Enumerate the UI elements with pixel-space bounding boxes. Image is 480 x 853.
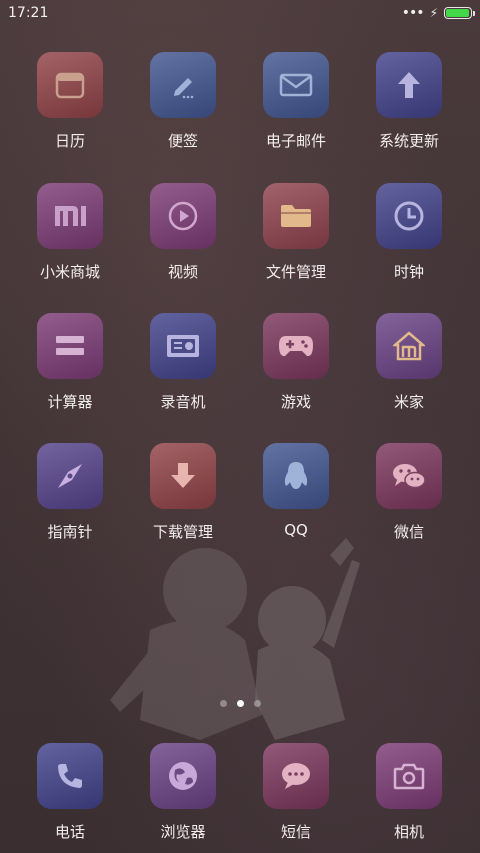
app-browser-globe[interactable]: 浏览器 bbox=[130, 743, 243, 853]
app-tile[interactable] bbox=[150, 183, 216, 249]
page-indicator bbox=[0, 700, 480, 707]
app-tile[interactable] bbox=[263, 52, 329, 118]
app-label: 小米商城 bbox=[39, 263, 100, 281]
app-tile[interactable] bbox=[37, 313, 103, 379]
app-mijia-home[interactable]: 米家 bbox=[356, 313, 469, 423]
app-label: 浏览器 bbox=[160, 823, 206, 841]
folder-icon bbox=[263, 183, 329, 249]
app-note-pencil[interactable]: 便签 bbox=[130, 52, 243, 162]
app-wechat[interactable]: 微信 bbox=[356, 443, 469, 553]
mijia-home-icon bbox=[376, 313, 442, 379]
app-tile[interactable] bbox=[37, 183, 103, 249]
app-tile[interactable] bbox=[263, 443, 329, 509]
app-label: 指南针 bbox=[47, 523, 93, 541]
page-dot-active[interactable] bbox=[236, 700, 244, 707]
app-label: 时钟 bbox=[393, 263, 424, 281]
app-label: 日历 bbox=[54, 132, 85, 150]
app-recorder[interactable]: 录音机 bbox=[130, 313, 243, 423]
app-tile[interactable] bbox=[37, 52, 103, 118]
app-label: 电话 bbox=[54, 823, 85, 841]
app-clock[interactable]: 时钟 bbox=[356, 183, 469, 293]
notification-dots-icon: ••• bbox=[401, 5, 425, 21]
app-download[interactable]: 下载管理 bbox=[130, 443, 243, 553]
app-label: 游戏 bbox=[280, 393, 311, 411]
app-tile[interactable] bbox=[376, 52, 442, 118]
update-arrow-icon bbox=[376, 52, 442, 118]
app-label: 文件管理 bbox=[265, 263, 326, 281]
app-message[interactable]: 短信 bbox=[243, 743, 356, 853]
app-label: 相机 bbox=[393, 823, 424, 841]
app-label: 短信 bbox=[280, 823, 311, 841]
wechat-icon bbox=[376, 443, 442, 509]
app-tile[interactable] bbox=[150, 52, 216, 118]
app-tile[interactable] bbox=[376, 443, 442, 509]
calendar-icon bbox=[37, 52, 103, 118]
app-tile[interactable] bbox=[150, 743, 216, 809]
camera-icon bbox=[376, 743, 442, 809]
app-label: 米家 bbox=[393, 393, 424, 411]
qq-penguin-icon bbox=[263, 443, 329, 509]
app-label: 电子邮件 bbox=[265, 132, 326, 150]
video-play-icon bbox=[150, 183, 216, 249]
page-dot[interactable] bbox=[253, 700, 261, 707]
app-label: 微信 bbox=[393, 523, 424, 541]
note-pencil-icon bbox=[150, 52, 216, 118]
charging-icon: ⚡ bbox=[429, 6, 438, 20]
app-compass[interactable]: 指南针 bbox=[17, 443, 130, 553]
app-label: 视频 bbox=[167, 263, 198, 281]
status-time: 17:21 bbox=[8, 5, 49, 21]
recorder-icon bbox=[150, 313, 216, 379]
status-bar: 17:21 ••• ⚡ bbox=[0, 0, 480, 28]
app-tile[interactable] bbox=[376, 313, 442, 379]
message-icon bbox=[263, 743, 329, 809]
calculator-icon bbox=[37, 313, 103, 379]
app-label: 系统更新 bbox=[378, 132, 439, 150]
app-video-play[interactable]: 视频 bbox=[130, 183, 243, 293]
mail-icon bbox=[263, 52, 329, 118]
app-mail[interactable]: 电子邮件 bbox=[243, 52, 356, 162]
app-qq-penguin[interactable]: QQ bbox=[243, 443, 356, 553]
app-label: 录音机 bbox=[160, 393, 206, 411]
app-label: 计算器 bbox=[47, 393, 93, 411]
browser-globe-icon bbox=[150, 743, 216, 809]
app-label: 下载管理 bbox=[152, 523, 213, 541]
battery-icon bbox=[444, 7, 475, 19]
phone-icon bbox=[37, 743, 103, 809]
app-tile[interactable] bbox=[37, 443, 103, 509]
app-camera[interactable]: 相机 bbox=[356, 743, 469, 853]
app-calculator[interactable]: 计算器 bbox=[17, 313, 130, 423]
app-tile[interactable] bbox=[263, 183, 329, 249]
app-phone[interactable]: 电话 bbox=[17, 743, 130, 853]
app-label: QQ bbox=[284, 521, 308, 539]
app-tile[interactable] bbox=[263, 313, 329, 379]
app-tile[interactable] bbox=[376, 743, 442, 809]
app-label: 便签 bbox=[167, 132, 198, 150]
app-tile[interactable] bbox=[37, 743, 103, 809]
app-tile[interactable] bbox=[263, 743, 329, 809]
compass-icon bbox=[37, 443, 103, 509]
download-icon bbox=[150, 443, 216, 509]
app-gamepad[interactable]: 游戏 bbox=[243, 313, 356, 423]
app-update-arrow[interactable]: 系统更新 bbox=[356, 52, 469, 162]
page-dot[interactable] bbox=[219, 700, 227, 707]
clock-icon bbox=[376, 183, 442, 249]
app-mi-store[interactable]: 小米商城 bbox=[17, 183, 130, 293]
app-folder[interactable]: 文件管理 bbox=[243, 183, 356, 293]
mi-store-icon bbox=[37, 183, 103, 249]
gamepad-icon bbox=[263, 313, 329, 379]
app-tile[interactable] bbox=[376, 183, 442, 249]
app-tile[interactable] bbox=[150, 443, 216, 509]
app-tile[interactable] bbox=[150, 313, 216, 379]
app-calendar[interactable]: 日历 bbox=[17, 52, 130, 162]
